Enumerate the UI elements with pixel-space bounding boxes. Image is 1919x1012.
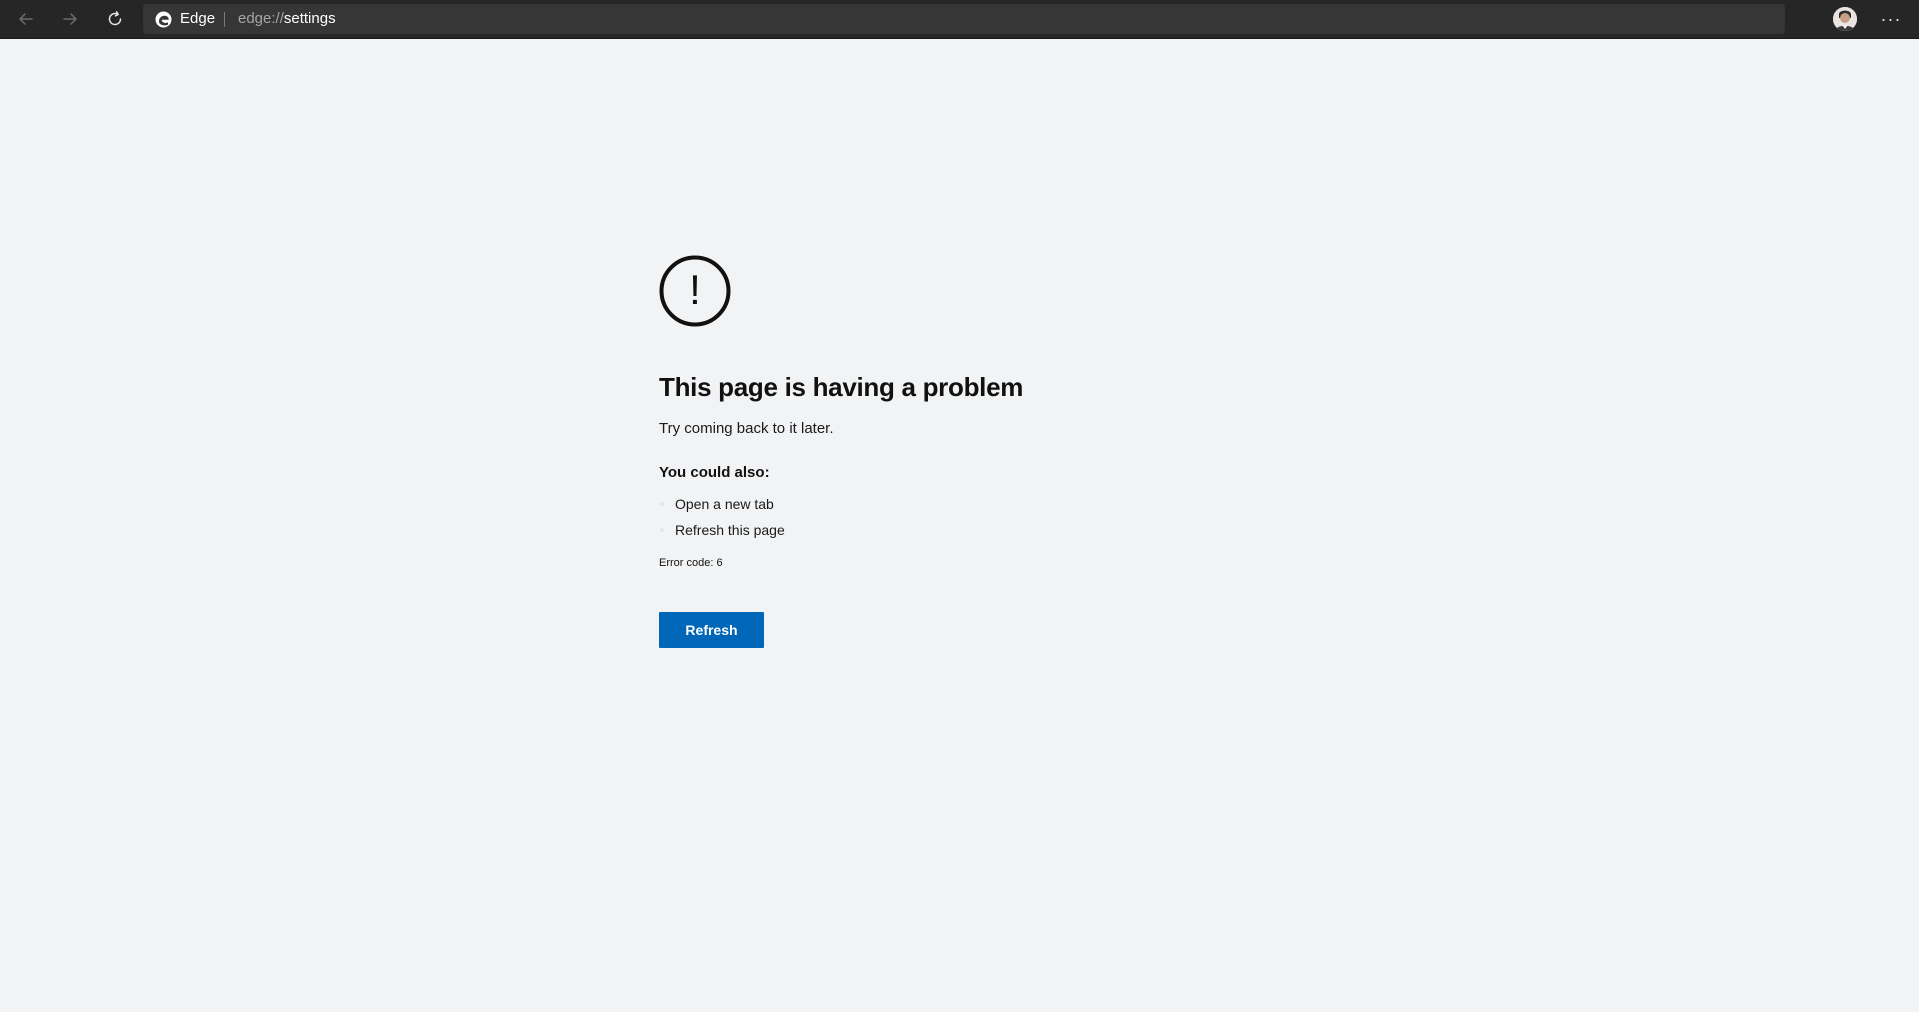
forward-button[interactable] xyxy=(54,4,86,34)
bullet xyxy=(660,528,664,532)
warning-glyph: ! xyxy=(689,266,701,313)
url-path: settings xyxy=(283,10,336,27)
profile-avatar[interactable] xyxy=(1833,7,1857,31)
suggestion-open-new-tab: Open a new tab xyxy=(659,491,785,517)
site-name: Edge xyxy=(180,10,216,27)
error-code: Error code: 6 xyxy=(659,557,723,569)
url-text[interactable]: edge://settings xyxy=(238,4,336,34)
page-title: This page is having a problem xyxy=(659,372,1024,402)
address-bar[interactable]: Edge edge://settings xyxy=(143,4,1785,34)
warning-circle-icon: ! xyxy=(659,255,731,327)
reload-icon xyxy=(108,11,122,26)
address-separator xyxy=(224,12,225,27)
reload-button[interactable] xyxy=(99,4,131,34)
avatar-image xyxy=(1833,7,1857,31)
refresh-button[interactable]: Refresh xyxy=(659,612,764,648)
bullet xyxy=(660,502,664,506)
page-subtitle: Try coming back to it later. xyxy=(659,420,834,437)
suggestion-refresh-page: Refresh this page xyxy=(659,517,785,543)
more-button[interactable]: ··· xyxy=(1874,4,1908,34)
edge-logo-icon xyxy=(155,11,172,28)
url-scheme: edge:// xyxy=(238,10,284,27)
back-arrow-icon xyxy=(19,13,33,25)
forward-arrow-icon xyxy=(63,13,77,25)
suggestion-label: Open a new tab xyxy=(675,496,774,512)
more-ellipsis-icon: ··· xyxy=(1880,9,1902,29)
browser-toolbar: Edge edge://settings ··· xyxy=(0,0,1919,39)
back-button[interactable] xyxy=(10,4,42,34)
suggestions-list: Open a new tab Refresh this page xyxy=(659,491,785,543)
suggestion-label: Refresh this page xyxy=(675,522,785,538)
suggestions-heading: You could also: xyxy=(659,464,770,481)
